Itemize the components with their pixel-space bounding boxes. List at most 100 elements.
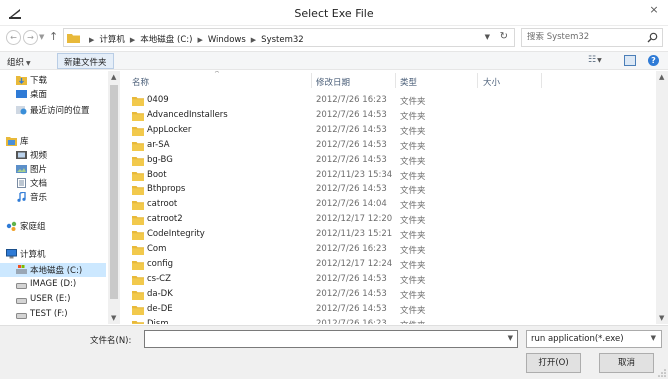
- scroll-down-icon[interactable]: ▼: [659, 314, 664, 322]
- cancel-button[interactable]: 取消: [599, 353, 654, 373]
- back-button[interactable]: ←: [6, 30, 21, 45]
- open-button[interactable]: 打开(O): [526, 353, 581, 373]
- sidebar-item[interactable]: 图片: [0, 162, 106, 176]
- folder-icon: [132, 171, 144, 181]
- sidebar-item[interactable]: 最近访问的位置: [0, 103, 106, 117]
- breadcrumb-item[interactable]: 计算机: [99, 35, 125, 45]
- folder-icon: [132, 230, 144, 241]
- file-type-filter-value: run application(*.exe): [531, 334, 624, 344]
- table-row[interactable]: catroot 2012/7/26 14:04 文件夹: [121, 197, 656, 212]
- table-row[interactable]: Dism 2012/7/26 16:23 文件夹: [121, 317, 656, 324]
- column-divider[interactable]: [541, 73, 542, 88]
- scroll-down-icon[interactable]: ▼: [111, 314, 116, 322]
- file-name: CodeIntegrity: [147, 229, 205, 240]
- table-row[interactable]: ar-SA 2012/7/26 14:53 文件夹: [121, 138, 656, 153]
- view-options-button[interactable]: ☷▼: [588, 55, 602, 65]
- sidebar-item[interactable]: 计算机: [0, 247, 106, 261]
- chevron-down-icon[interactable]: ▼: [508, 334, 513, 342]
- column-header-type[interactable]: 类型: [400, 76, 417, 88]
- address-bar[interactable]: ▶ 计算机 ▶ 本地磁盘 (C:) ▶ Windows ▶ System32 ▼ ↻: [63, 28, 515, 47]
- navigation-scrollbar[interactable]: ▲ ▼: [108, 71, 120, 324]
- file-date: 2012/7/26 14:53: [316, 288, 387, 299]
- resize-grip-icon[interactable]: [658, 369, 666, 377]
- search-input[interactable]: [527, 32, 637, 42]
- sidebar-item[interactable]: 桌面: [0, 87, 106, 101]
- table-row[interactable]: Com 2012/7/26 16:23 文件夹: [121, 242, 656, 257]
- sidebar-item[interactable]: TEST (F:): [0, 308, 106, 322]
- column-divider[interactable]: [311, 73, 312, 88]
- table-row[interactable]: AppLocker 2012/7/26 14:53 文件夹: [121, 123, 656, 138]
- breadcrumb-item[interactable]: Windows: [208, 35, 246, 45]
- column-header-size[interactable]: 大小: [483, 76, 500, 88]
- folder-icon: [132, 260, 144, 270]
- search-box[interactable]: [521, 28, 663, 47]
- scrollbar-thumb[interactable]: [110, 85, 118, 299]
- table-row[interactable]: AdvancedInstallers 2012/7/26 14:53 文件夹: [121, 108, 656, 123]
- chevron-down-icon: ▼: [26, 60, 31, 67]
- sidebar-item[interactable]: USER (E:): [0, 293, 106, 307]
- file-date: 2012/7/26 14:53: [316, 154, 387, 165]
- sidebar-item[interactable]: 文档: [0, 176, 106, 190]
- file-list-scrollbar[interactable]: ▲ ▼: [656, 71, 668, 324]
- table-row[interactable]: Boot 2012/11/23 15:34 文件夹: [121, 168, 656, 183]
- file-date: 2012/11/23 15:34: [316, 169, 393, 180]
- breadcrumb-separator-icon[interactable]: ▶: [197, 36, 202, 44]
- table-row[interactable]: Bthprops 2012/7/26 14:53 文件夹: [121, 182, 656, 197]
- forward-button[interactable]: →: [23, 30, 38, 45]
- organize-menu[interactable]: 组织 ▼: [7, 56, 31, 68]
- table-row[interactable]: da-DK 2012/7/26 14:53 文件夹: [121, 287, 656, 302]
- file-date: 2012/12/17 12:24: [316, 258, 393, 269]
- file-date: 2012/7/26 14:53: [316, 273, 387, 284]
- table-row[interactable]: catroot2 2012/12/17 12:20 文件夹: [121, 212, 656, 227]
- close-button[interactable]: ×: [640, 0, 668, 20]
- file-name: catroot: [147, 199, 178, 210]
- column-divider[interactable]: [477, 73, 478, 88]
- help-icon[interactable]: ?: [648, 55, 659, 66]
- sidebar-item-label: 音乐: [30, 193, 48, 203]
- refresh-icon[interactable]: ↻: [500, 31, 508, 42]
- breadcrumb-separator-icon[interactable]: ▶: [130, 36, 135, 44]
- column-header-date[interactable]: 修改日期: [316, 76, 350, 88]
- file-date: 2012/7/26 14:04: [316, 199, 387, 210]
- sidebar-item-label: 下载: [30, 76, 48, 86]
- new-folder-button[interactable]: 新建文件夹: [57, 53, 114, 69]
- column-divider[interactable]: [395, 73, 396, 88]
- recent-locations-dropdown[interactable]: ▼: [39, 33, 44, 41]
- table-row[interactable]: 0409 2012/7/26 16:23 文件夹: [121, 93, 656, 108]
- breadcrumb-item[interactable]: System32: [261, 35, 304, 45]
- breadcrumb: ▶ 计算机 ▶ 本地磁盘 (C:) ▶ Windows ▶ System32: [84, 33, 304, 45]
- sidebar-item[interactable]: 音乐: [0, 190, 106, 204]
- scroll-up-icon[interactable]: ▲: [659, 73, 664, 81]
- table-row[interactable]: bg-BG 2012/7/26 14:53 文件夹: [121, 153, 656, 168]
- file-name: cs-CZ: [147, 273, 171, 284]
- chevron-down-icon[interactable]: ▼: [651, 334, 656, 342]
- filename-input[interactable]: [145, 331, 500, 347]
- sidebar-item[interactable]: 本地磁盘 (C:): [0, 263, 106, 277]
- file-type-filter[interactable]: run application(*.exe) ▼: [526, 330, 662, 348]
- filename-combobox[interactable]: ▼: [144, 330, 518, 348]
- sidebar-item-label: 库: [20, 137, 29, 147]
- sidebar-item-label: 计算机: [20, 250, 46, 260]
- search-icon[interactable]: [647, 32, 658, 43]
- folder-icon: [132, 290, 144, 300]
- table-row[interactable]: cs-CZ 2012/7/26 14:53 文件夹: [121, 272, 656, 287]
- scroll-up-icon[interactable]: ▲: [111, 73, 116, 81]
- table-row[interactable]: config 2012/12/17 12:24 文件夹: [121, 257, 656, 272]
- sidebar-item[interactable]: 视频: [0, 148, 106, 162]
- preview-pane-icon[interactable]: [624, 55, 636, 66]
- address-dropdown-icon[interactable]: ▼: [485, 33, 490, 41]
- recent-places-icon: [16, 105, 27, 115]
- table-row[interactable]: de-DE 2012/7/26 14:53 文件夹: [121, 302, 656, 317]
- file-type: 文件夹: [400, 126, 426, 137]
- table-row[interactable]: CodeIntegrity 2012/11/23 15:21 文件夹: [121, 227, 656, 242]
- sidebar-item[interactable]: 家庭组: [0, 219, 106, 233]
- chevron-down-icon: ▼: [597, 57, 602, 64]
- sidebar-item[interactable]: IMAGE (D:): [0, 278, 106, 292]
- column-header-name[interactable]: 名称: [132, 76, 149, 88]
- breadcrumb-item[interactable]: 本地磁盘 (C:): [140, 35, 192, 45]
- sidebar-item[interactable]: 下载: [0, 73, 106, 87]
- local-disk-icon: [16, 265, 27, 275]
- sidebar-item[interactable]: 库: [0, 134, 106, 148]
- breadcrumb-separator-icon[interactable]: ▶: [251, 36, 256, 44]
- up-button[interactable]: ↑: [49, 30, 58, 43]
